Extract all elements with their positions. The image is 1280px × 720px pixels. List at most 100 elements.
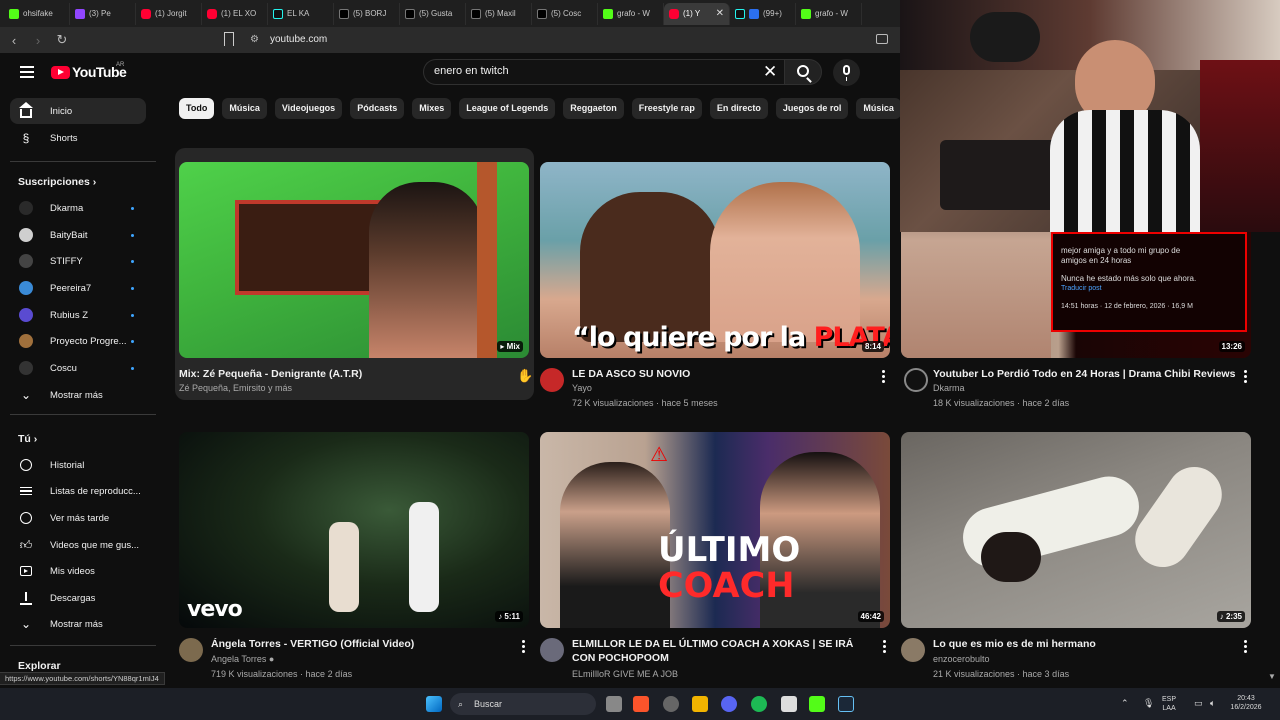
sidebar-item-subscription[interactable]: STIFFY: [10, 248, 146, 274]
site-info-icon[interactable]: ⚙: [250, 34, 259, 45]
browser-tab[interactable]: ohsifake: [4, 2, 70, 25]
browser-tab[interactable]: (1) EL XO: [202, 2, 268, 25]
brave-icon[interactable]: [633, 696, 649, 712]
sidebar-item-subscription[interactable]: Peereira7: [10, 275, 146, 301]
chip[interactable]: League of Legends: [459, 98, 556, 119]
channel-avatar[interactable]: [540, 368, 564, 392]
video-title[interactable]: Youtuber Lo Perdió Todo en 24 Horas | Dr…: [933, 367, 1238, 381]
channel-avatar[interactable]: [540, 638, 564, 662]
more-options-icon[interactable]: [1244, 640, 1248, 655]
taskbar-search[interactable]: ⌕ Buscar: [450, 693, 596, 715]
video-channel[interactable]: ELmiIllоR GIVE ME A JOB: [572, 667, 678, 682]
url-field[interactable]: youtube.com: [270, 34, 327, 45]
channel-avatar[interactable]: [904, 368, 928, 392]
video-title[interactable]: ELMILLOR LE DA EL ÚLTIMO COACH A XOKAS |…: [572, 637, 872, 665]
video-channel[interactable]: Yayo: [572, 381, 592, 396]
browser-tab[interactable]: EL KA: [268, 2, 334, 25]
forward-icon[interactable]: ›: [28, 33, 48, 48]
chip[interactable]: Pódcasts: [350, 98, 405, 119]
chevron-up-icon[interactable]: ⌃: [1121, 699, 1129, 708]
video-title[interactable]: Ángela Torres - VERTIGO (Official Video): [211, 637, 511, 651]
browser-tab[interactable]: (5) BORJ: [334, 2, 400, 25]
network-icon[interactable]: ▭: [1194, 699, 1203, 708]
more-options-icon[interactable]: [882, 370, 886, 385]
task-view-icon[interactable]: [606, 696, 622, 712]
spotify-icon[interactable]: [751, 696, 767, 712]
sidebar-item-downloads[interactable]: Descargas: [10, 585, 146, 611]
channel-avatar[interactable]: [901, 638, 925, 662]
sidebar-show-more[interactable]: ⌄ Mostrar más: [10, 611, 146, 637]
video-channel[interactable]: Dkarma: [933, 381, 965, 396]
video-title[interactable]: Mix: Zé Pequeña - Denigrante (A.T.R): [179, 367, 499, 381]
video-thumbnail[interactable]: “lo quiere por la PLATA” 8:14: [540, 162, 890, 358]
menu-icon[interactable]: [20, 66, 34, 81]
you-header[interactable]: Tú ›: [18, 433, 37, 445]
browser-tab[interactable]: (3) Pe: [70, 2, 136, 25]
close-tab-icon[interactable]: ✕: [716, 8, 724, 19]
browser-tab[interactable]: (5) Cosc: [532, 2, 598, 25]
sidebar-item-my-videos[interactable]: Mis videos: [10, 558, 146, 584]
chip[interactable]: En directo: [709, 98, 768, 119]
scroll-down-icon[interactable]: ▼: [1268, 672, 1276, 681]
browser-tab[interactable]: grafo - W: [796, 2, 862, 25]
bookmark-icon[interactable]: [224, 32, 234, 46]
chip[interactable]: Mixes: [412, 98, 452, 119]
sidebar-show-more[interactable]: ⌄ Mostrar más: [10, 382, 146, 408]
video-thumbnail[interactable]: ▸ Mix: [179, 162, 529, 358]
clock[interactable]: 20:43 16/2/2026: [1226, 694, 1266, 712]
clear-search-icon[interactable]: ✕: [763, 62, 777, 82]
obs-icon[interactable]: [781, 696, 797, 712]
mic-icon[interactable]: 🎙︎: [1143, 699, 1154, 708]
file-explorer-icon[interactable]: [692, 696, 708, 712]
language-indicator[interactable]: ESP LAA: [1162, 695, 1176, 713]
video-channel[interactable]: enzocerobulto: [933, 652, 990, 667]
video-title[interactable]: LE DA ASCO SU NOVIO: [572, 367, 872, 381]
video-channel[interactable]: Zé Pequeña, Emirsito y más: [179, 381, 292, 396]
reload-icon[interactable]: ↻: [52, 32, 72, 48]
sidebar-item-shorts[interactable]: § Shorts: [10, 125, 146, 151]
sidebar-item-subscription[interactable]: Rubius Z: [10, 302, 146, 328]
volume-icon[interactable]: 🔈︎: [1210, 699, 1215, 708]
browser-tab[interactable]: (1) Jorgit: [136, 2, 202, 25]
sidebar-item-liked[interactable]: 👍︎ Videos que me gus...: [10, 532, 146, 558]
voice-search-button[interactable]: [833, 59, 860, 86]
browser-tab[interactable]: (5) Gusta: [400, 2, 466, 25]
back-icon[interactable]: ‹: [4, 33, 24, 48]
subscriptions-header[interactable]: Suscripciones ›: [18, 176, 96, 188]
video-thumbnail[interactable]: vevo ♪ 5:11: [179, 432, 529, 628]
sidebar-item-watch-later[interactable]: Ver más tarde: [10, 505, 146, 531]
search-input[interactable]: [434, 65, 754, 77]
browser-tab[interactable]: grafo - W: [598, 2, 664, 25]
more-options-icon[interactable]: [522, 640, 526, 655]
browser-tab-active[interactable]: (1) Y ✕: [664, 2, 730, 25]
search-box[interactable]: [423, 59, 784, 85]
sidebar-item-subscription[interactable]: Proyecto Progre...: [10, 328, 146, 354]
video-title[interactable]: Lo que es mio es de mi hermano: [933, 637, 1233, 651]
browser-tab[interactable]: (99+): [730, 2, 796, 25]
sidebar-item-subscription[interactable]: Coscu: [10, 355, 146, 381]
video-thumbnail[interactable]: ♪ 2:35: [901, 432, 1251, 628]
discord-icon[interactable]: [721, 696, 737, 712]
video-channel[interactable]: Angela Torres ●: [211, 652, 274, 667]
windows-start-icon[interactable]: [426, 696, 442, 712]
chip[interactable]: Todo: [179, 98, 215, 119]
app-icon[interactable]: [663, 696, 679, 712]
cast-icon[interactable]: [876, 34, 888, 44]
more-options-icon[interactable]: [1244, 370, 1248, 385]
chip[interactable]: Reggaeton: [563, 98, 624, 119]
kick-icon[interactable]: [809, 696, 825, 712]
chip[interactable]: Música: [856, 98, 900, 119]
chip[interactable]: Música: [222, 98, 267, 119]
sidebar-item-playlists[interactable]: Listas de reproducc...: [10, 478, 146, 504]
sidebar-item-history[interactable]: Historial: [10, 452, 146, 478]
browser-tab[interactable]: (5) Maxil: [466, 2, 532, 25]
sidebar-item-home[interactable]: Inicio: [10, 98, 146, 124]
sidebar-item-subscription[interactable]: BaityBait: [10, 222, 146, 248]
chip[interactable]: Videojuegos: [274, 98, 343, 119]
sidebar-item-subscription[interactable]: Dkarma: [10, 195, 146, 221]
chip[interactable]: Juegos de rol: [775, 98, 849, 119]
search-button[interactable]: [784, 59, 822, 85]
video-thumbnail[interactable]: ⚠ ÚLTIMO COACH 46:42: [540, 432, 890, 628]
chip[interactable]: Freestyle rap: [631, 98, 702, 119]
more-options-icon[interactable]: [883, 640, 887, 655]
